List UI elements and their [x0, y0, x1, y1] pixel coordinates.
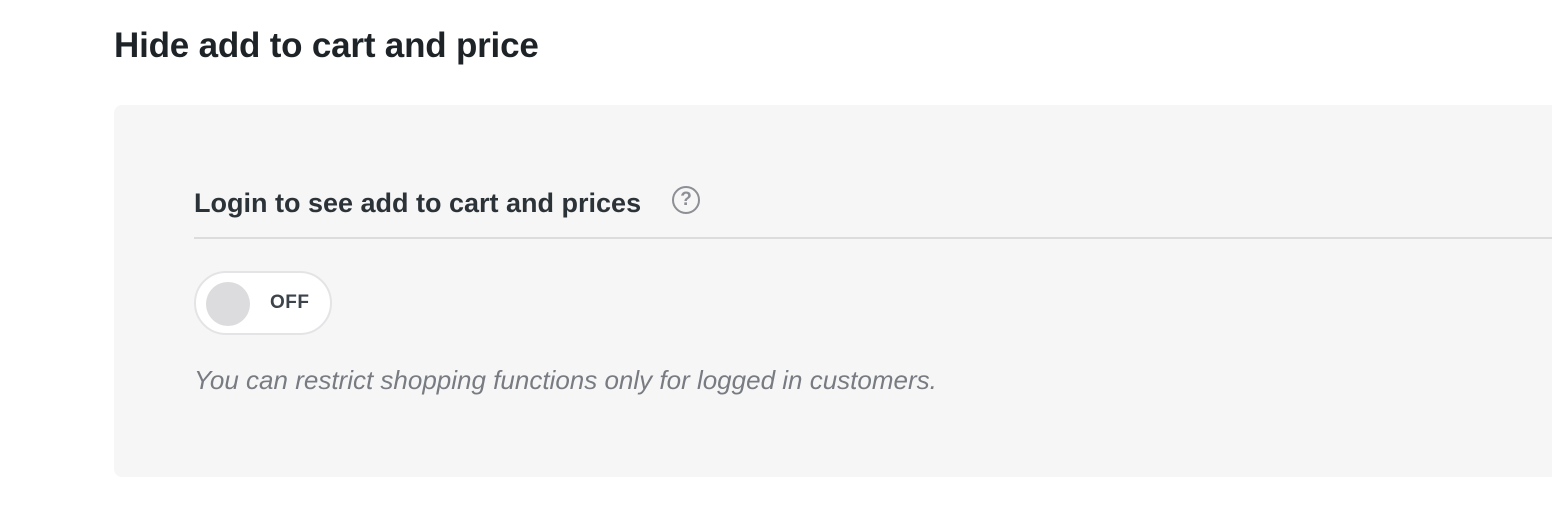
question-mark-icon[interactable]: ? [672, 186, 700, 214]
setting-description: You can restrict shopping functions only… [194, 365, 937, 395]
toggle-knob [206, 282, 250, 326]
page-title: Hide add to cart and price [114, 26, 539, 65]
setting-header: Login to see add to cart and prices ? [194, 183, 1552, 239]
login-required-toggle[interactable]: OFF [194, 271, 332, 335]
toggle-state-label: OFF [270, 292, 310, 313]
setting-label: Login to see add to cart and prices [194, 188, 642, 218]
settings-page: Hide add to cart and price Login to see … [0, 0, 1552, 522]
settings-card: Login to see add to cart and prices ? OF… [114, 105, 1552, 477]
